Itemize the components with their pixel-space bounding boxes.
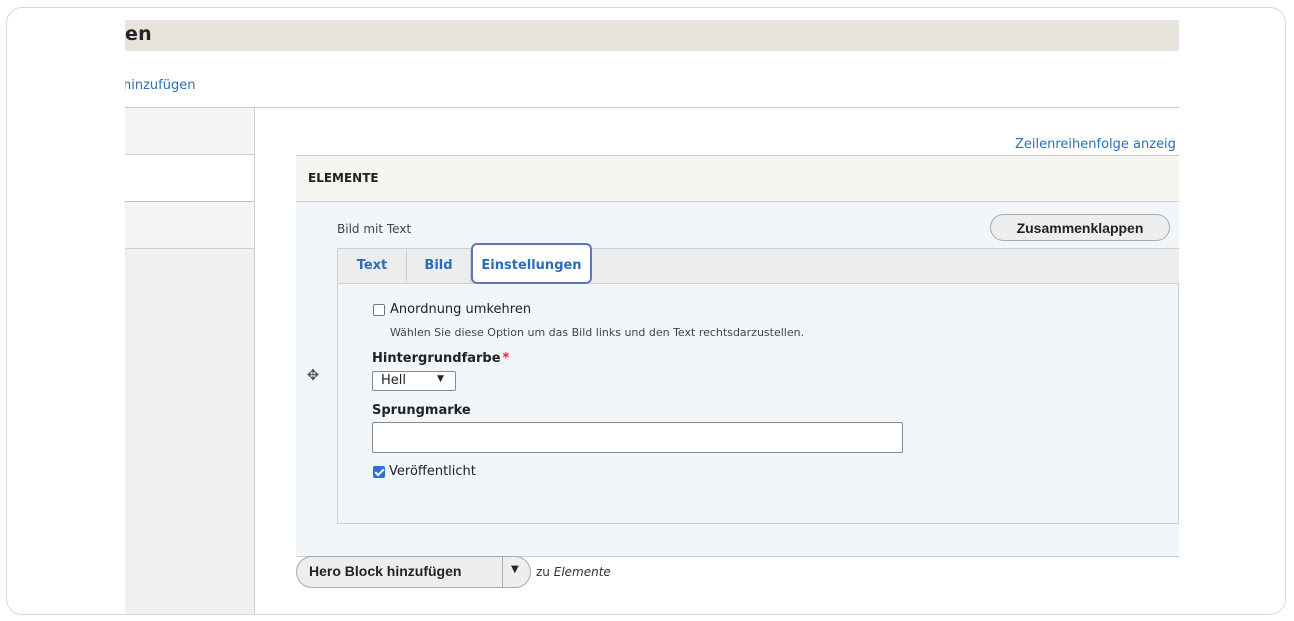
anchor-input[interactable] (372, 422, 903, 453)
vertical-tab-panel (125, 249, 254, 614)
required-marker: * (502, 351, 510, 366)
tab-einstellungen[interactable]: Einstellungen (471, 243, 592, 284)
paragraph-row: ✥ Bild mit Text Zusammenklappen Text Bil… (296, 202, 1179, 557)
published-checkbox-label[interactable]: Veröffentlicht (389, 464, 476, 479)
zu-prefix: zu (536, 565, 550, 579)
background-select[interactable]: Hell ▼ (372, 371, 456, 391)
settings-pane: Anordnung umkehren Wählen Sie diese Opti… (338, 284, 1178, 523)
add-target-text: zu Elemente (536, 565, 611, 579)
vertical-tab-3[interactable] (125, 202, 254, 249)
caret-down-icon: ▼ (437, 374, 444, 384)
add-content-link[interactable]: ninzufügen (125, 78, 195, 93)
reverse-checkbox-description: Wählen Sie diese Option um das Bild link… (390, 326, 805, 339)
background-label: Hintergrundfarbe * (372, 351, 509, 366)
tab-bild[interactable]: Bild (407, 249, 471, 283)
anchor-label: Sprungmarke (372, 403, 471, 418)
page-title: en (125, 23, 152, 45)
zu-target: Elemente (553, 565, 611, 579)
vertical-tabs (125, 108, 255, 614)
tab-text[interactable]: Text (338, 249, 407, 283)
vertical-tab-1[interactable] (125, 108, 254, 155)
table-header: ELEMENTE (296, 155, 1179, 202)
move-arrows-icon[interactable]: ✥ (304, 366, 322, 384)
split-separator (502, 557, 503, 587)
reverse-checkbox[interactable] (373, 304, 385, 316)
table-header-label: ELEMENTE (308, 171, 379, 185)
page-viewport: en ninzufügen Zeilenreihenfolge anzeig E… (125, 20, 1179, 614)
background-label-text: Hintergrundfarbe (372, 351, 501, 366)
tab-bar: Text Bild Einstellungen (338, 243, 1179, 284)
published-checkbox[interactable] (373, 466, 385, 478)
add-hero-block-label[interactable]: Hero Block hinzufügen (309, 563, 461, 579)
browser-frame: en ninzufügen Zeilenreihenfolge anzeig E… (6, 7, 1286, 615)
paragraph-type-label: Bild mit Text (337, 222, 412, 236)
collapse-button[interactable]: Zusammenklappen (990, 214, 1170, 241)
reverse-checkbox-label[interactable]: Anordnung umkehren (390, 302, 531, 317)
row-order-link[interactable]: Zeilenreihenfolge anzeig (1015, 137, 1176, 152)
divider (125, 107, 1179, 108)
add-hero-block-button[interactable]: Hero Block hinzufügen ▼ (296, 556, 531, 588)
paragraph-tabs: Text Bild Einstellungen Anordnung umkehr… (337, 243, 1179, 524)
background-select-value: Hell (381, 373, 406, 388)
caret-down-icon[interactable]: ▼ (511, 564, 519, 575)
vertical-tab-2[interactable] (125, 155, 254, 202)
page-title-bar: en (125, 20, 1179, 51)
